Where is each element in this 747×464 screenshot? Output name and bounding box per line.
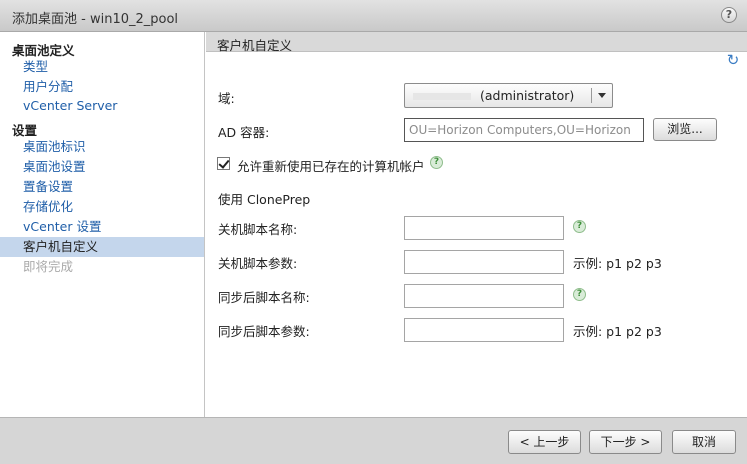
sync-script-help-icon[interactable]: ? [573,288,586,301]
chevron-down-icon [598,93,606,98]
domain-label: 域: [218,91,235,106]
cloneprep-label: 使用 ClonePrep [218,192,311,207]
sync-params-label: 同步后脚本参数: [218,324,310,339]
wizard-footer: < 上一步 下一步 > 取消 [0,417,747,464]
shutdown-params-field[interactable] [404,250,564,274]
browse-button[interactable]: 浏览... [653,118,717,141]
refresh-icon[interactable]: ↻ [725,52,741,68]
help-icon[interactable]: ? [721,7,737,23]
combo-separator [591,88,592,103]
section-header: 客户机自定义 [206,32,747,53]
nav-item-pool-identification[interactable]: 桌面池标识 [0,137,204,157]
sync-params-field[interactable] [404,318,564,342]
cancel-button[interactable]: 取消 [672,430,736,454]
reuse-account-checkbox[interactable] [217,157,230,170]
sync-params-hint: 示例: p1 p2 p3 [573,324,662,339]
reuse-help-icon[interactable]: ? [430,156,443,169]
wizard-sidebar: 桌面池定义 类型 用户分配 vCenter Server 设置 桌面池标识 桌面… [0,32,205,417]
shutdown-params-input[interactable] [405,251,563,273]
shutdown-params-label: 关机脚本参数: [218,256,298,271]
sync-params-input[interactable] [405,319,563,341]
domain-select[interactable]: (administrator) [404,83,613,108]
shutdown-script-input[interactable] [405,217,563,239]
ad-container-label: AD 容器: [218,125,270,140]
ad-container-input[interactable] [405,119,643,141]
shutdown-script-help-icon[interactable]: ? [573,220,586,233]
nav-item-type[interactable]: 类型 [0,57,204,77]
domain-select-value: (administrator) [480,88,575,103]
redacted-domain-blur [413,93,471,100]
shutdown-script-field[interactable] [404,216,564,240]
back-button[interactable]: < 上一步 [508,430,581,454]
nav-item-storage-optimization[interactable]: 存储优化 [0,197,204,217]
ad-container-field[interactable] [404,118,644,142]
title-bar: 添加桌面池 - win10_2_pool ? [0,0,747,32]
nav-item-pool-settings[interactable]: 桌面池设置 [0,157,204,177]
shutdown-params-hint: 示例: p1 p2 p3 [573,256,662,271]
reuse-account-label: 允许重新使用已存在的计算机帐户 [237,159,425,174]
sync-script-field[interactable] [404,284,564,308]
nav-item-vcenter-server[interactable]: vCenter Server [0,96,204,116]
nav-item-vcenter-settings[interactable]: vCenter 设置 [0,217,204,237]
nav-item-provisioning-settings[interactable]: 置备设置 [0,177,204,197]
section-title: 客户机自定义 [217,38,293,53]
shutdown-script-label: 关机脚本名称: [218,222,298,237]
sync-script-input[interactable] [405,285,563,307]
nav-item-guest-customization[interactable]: 客户机自定义 [0,237,204,257]
sync-script-label: 同步后脚本名称: [218,290,310,305]
nav-item-ready-to-complete: 即将完成 [23,259,74,274]
next-button[interactable]: 下一步 > [589,430,662,454]
nav-item-user-assignment[interactable]: 用户分配 [0,77,204,97]
window-title: 添加桌面池 - win10_2_pool [12,12,179,27]
